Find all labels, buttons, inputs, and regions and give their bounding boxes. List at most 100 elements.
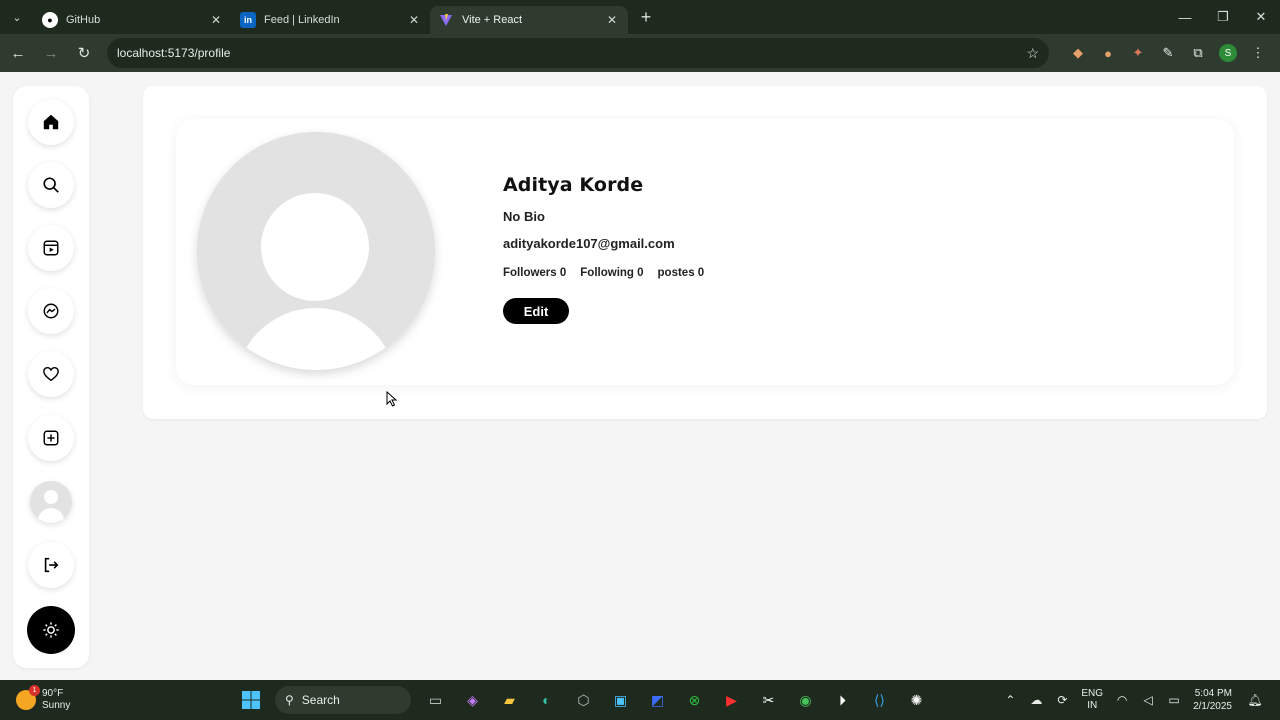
tab-linkedin[interactable]: in Feed | LinkedIn ✕: [232, 6, 430, 34]
weather-widget[interactable]: 1 90°F Sunny: [16, 685, 216, 712]
home-icon: [43, 114, 59, 130]
profile-name: Aditya Korde: [503, 174, 644, 196]
browser-toolbar: ← → ↻ i localhost:5173/profile ☆ ◆ ● ✦ ✎…: [0, 34, 1280, 103]
sidebar-item-home[interactable]: [28, 99, 74, 145]
search-icon: ⚲: [285, 693, 294, 707]
minimize-icon[interactable]: —: [1166, 0, 1204, 34]
edge-icon[interactable]: ◐: [532, 685, 562, 715]
vscode-icon[interactable]: ⟨⟩: [865, 685, 895, 715]
sidebar: [13, 86, 89, 668]
time-text: 5:04 PM: [1194, 688, 1232, 699]
language-code: ENG: [1081, 688, 1104, 699]
date-text: 2/1/2025: [1193, 701, 1232, 712]
weather-desc: Sunny: [42, 700, 71, 711]
sync-icon[interactable]: ⟳: [1049, 693, 1075, 707]
app-icon[interactable]: ◩: [643, 685, 673, 715]
forward-icon[interactable]: →: [36, 38, 66, 68]
bookmark-star-icon[interactable]: ☆: [1026, 45, 1039, 62]
avatar-body: [38, 508, 64, 523]
more-menu-icon[interactable]: ⋮: [1243, 38, 1273, 68]
task-view-icon[interactable]: ▭: [421, 685, 451, 715]
tab-github[interactable]: ● GitHub ✕: [34, 6, 232, 34]
wifi-icon[interactable]: ◠: [1109, 693, 1135, 707]
weather-sun-icon: 1: [16, 685, 40, 710]
color-picker-icon[interactable]: ✎: [1153, 38, 1183, 68]
new-tab-button[interactable]: +: [632, 3, 660, 31]
notification-badge: 1: [29, 685, 40, 696]
close-window-icon[interactable]: ✕: [1242, 0, 1280, 34]
clock[interactable]: 5:04 PM 2/1/2025: [1193, 687, 1232, 713]
copilot-icon[interactable]: ◈: [458, 685, 488, 715]
sidebar-item-search[interactable]: [28, 162, 74, 208]
vite-icon: [438, 12, 454, 28]
search-icon: [43, 177, 59, 193]
sidebar-item-notifications[interactable]: [28, 351, 74, 397]
tab-title: Vite + React: [462, 14, 523, 26]
profile-avatar-large[interactable]: [197, 132, 435, 370]
store-icon[interactable]: ▣: [606, 685, 636, 715]
reload-icon[interactable]: ↻: [69, 38, 99, 68]
github-icon: ●: [42, 12, 58, 28]
url-text[interactable]: localhost:5173/profile: [117, 46, 1026, 60]
avatar-head: [44, 490, 58, 504]
language-indicator[interactable]: ENG IN: [1081, 688, 1103, 712]
sidebar-item-create[interactable]: [28, 415, 74, 461]
reels-icon: [43, 240, 59, 256]
linkedin-icon: in: [240, 12, 256, 28]
maximize-icon[interactable]: ❐: [1204, 0, 1242, 34]
tab-search-menu-icon[interactable]: ⌄: [0, 0, 34, 34]
close-icon[interactable]: ✕: [604, 13, 620, 27]
search-label: Search: [301, 693, 340, 707]
onedrive-icon[interactable]: ☁: [1023, 693, 1049, 707]
close-icon[interactable]: ✕: [208, 13, 224, 27]
theme-toggle-button[interactable]: [27, 606, 75, 654]
app-icon[interactable]: ⬡: [569, 685, 599, 715]
close-icon[interactable]: ✕: [406, 13, 422, 27]
mouse-cursor-icon: [386, 391, 398, 407]
tab-title: Feed | LinkedIn: [264, 14, 340, 26]
volume-icon[interactable]: ◁: [1135, 693, 1161, 707]
notifications-bell-icon[interactable]: 🔔︎: [1242, 693, 1268, 707]
plus-square-icon: [43, 430, 59, 446]
avatar-head: [261, 193, 369, 301]
profile-email: adityakorde107@gmail.com: [503, 236, 675, 251]
system-tray: ⌃ ☁ ⟳ ENG IN ◠ ◁ ▭ 5:04 PM 2/1/2025 🔔︎: [997, 680, 1268, 720]
sidebar-item-logout[interactable]: [28, 542, 74, 588]
sidebar-item-messages[interactable]: [28, 288, 74, 334]
region-code: IN: [1087, 700, 1098, 711]
profile-avatar[interactable]: S: [1219, 44, 1237, 62]
battery-icon[interactable]: ▭: [1161, 693, 1187, 707]
address-bar[interactable]: i localhost:5173/profile ☆: [107, 38, 1049, 103]
tab-title: GitHub: [66, 14, 101, 26]
profile-stats: Followers 0 Following 0 postes 0: [503, 267, 704, 279]
extensions-puzzle-icon[interactable]: ⧉: [1183, 38, 1213, 68]
tab-vite-react[interactable]: Vite + React ✕: [430, 6, 628, 34]
back-icon[interactable]: ←: [3, 38, 33, 68]
taskbar-search[interactable]: ⚲ Search: [275, 686, 411, 714]
chatgpt-icon[interactable]: ✺: [902, 685, 932, 715]
sidebar-item-reels[interactable]: [28, 225, 74, 271]
cookie-extension-icon[interactable]: ●: [1093, 38, 1123, 68]
profile-card: Aditya Korde No Bio adityakorde107@gmail…: [176, 119, 1234, 385]
following-count[interactable]: Following 0: [580, 267, 643, 279]
sidebar-item-profile[interactable]: [30, 481, 72, 523]
windows-start-icon[interactable]: [236, 685, 266, 715]
windows-taskbar: 1 90°F Sunny ⚲ Search ▭ ◈ ▰ ◐ ⬡ ▣ ◩ ⊗ ▶ …: [0, 680, 1280, 720]
browser-tabstrip: ⌄ ● GitHub ✕ in Feed | LinkedIn ✕ Vite +…: [0, 0, 1280, 34]
sun-icon: [43, 622, 59, 638]
extension-icon[interactable]: ✦: [1123, 38, 1153, 68]
profile-bio: No Bio: [503, 209, 545, 224]
media-player-icon[interactable]: ⏵: [828, 685, 858, 715]
logout-icon: [44, 557, 59, 573]
extension-icon[interactable]: ◆: [1063, 38, 1093, 68]
followers-count[interactable]: Followers 0: [503, 267, 566, 279]
capcut-icon[interactable]: ✂: [754, 685, 784, 715]
xbox-icon[interactable]: ⊗: [680, 685, 710, 715]
weather-temp: 90°F: [42, 688, 64, 699]
chevron-up-icon[interactable]: ⌃: [997, 693, 1023, 707]
chrome-icon[interactable]: ◉: [791, 685, 821, 715]
file-explorer-icon[interactable]: ▰: [495, 685, 525, 715]
youtube-icon[interactable]: ▶: [717, 685, 747, 715]
edit-profile-button[interactable]: Edit: [503, 298, 569, 324]
profile-page-container: Aditya Korde No Bio adityakorde107@gmail…: [143, 86, 1267, 419]
